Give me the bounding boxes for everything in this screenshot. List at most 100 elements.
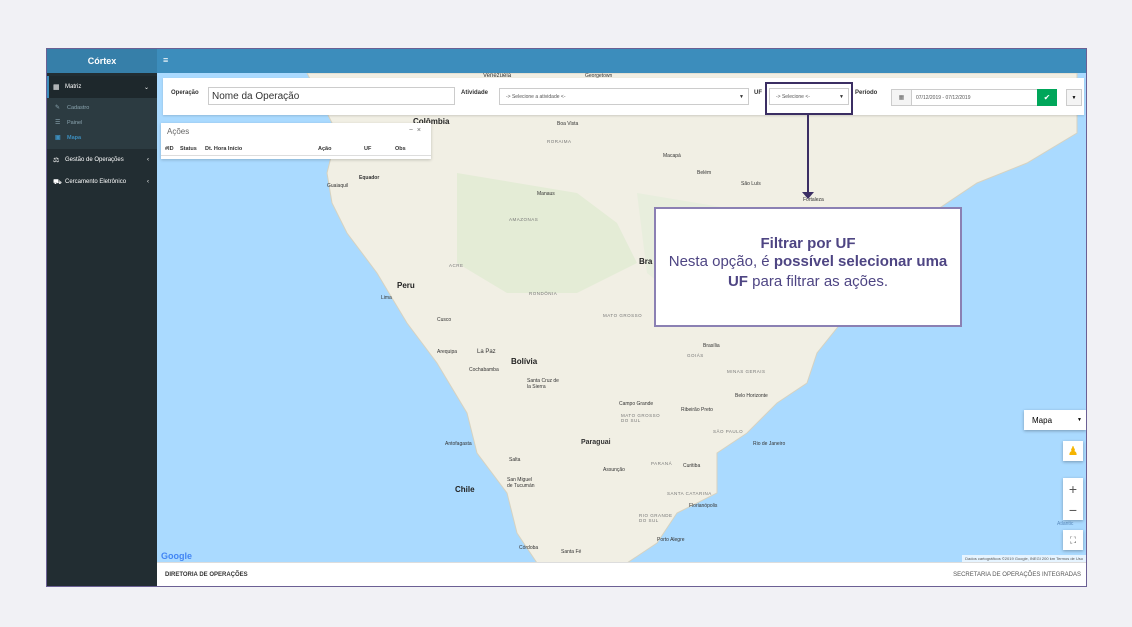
map-label: Guaiaquil	[327, 183, 349, 189]
filter-bar: Operação Nome da Operação Atividade -> S…	[163, 78, 1084, 115]
map-label: Peru	[397, 281, 415, 290]
apply-filter-button[interactable]: ✔	[1037, 89, 1057, 106]
map-label: RORAIMA	[547, 139, 572, 144]
acoes-table-header: #ID Status Dt. Hora Início Ação UF Obs	[161, 142, 431, 156]
column-header[interactable]: UF	[364, 146, 371, 152]
close-icon[interactable]: ×	[417, 127, 425, 134]
map-label: Córdoba	[519, 545, 539, 551]
periodo-value: 07/12/2019 - 07/12/2019	[916, 94, 971, 101]
map-label: Brasília	[703, 343, 720, 349]
footer-left: DIRETORIA DE OPERAÇÕES	[165, 572, 248, 578]
check-icon: ✔	[1043, 93, 1051, 102]
column-header[interactable]: Dt. Hora Início	[205, 146, 242, 152]
map-label: Assunção	[603, 467, 625, 473]
map-label: Equador	[359, 175, 380, 181]
map-label: Bolívia	[511, 357, 538, 366]
atividade-select-value: -> Selecione a atividade <-	[506, 93, 566, 100]
map-attribution: Dados cartográficos ©2019 Google, INEGI …	[962, 555, 1086, 562]
map-type-select[interactable]: Mapa ▼	[1024, 410, 1086, 430]
sidebar: Córtex ▦ Matriz ⌄ ✎ Cadastro ☰ Painel ▣ …	[47, 49, 157, 586]
sidebar-item-label: Gestão de Operações	[65, 157, 124, 163]
zoom-out-button[interactable]: −	[1063, 499, 1083, 520]
map-label: MATO GROSSO DO SUL	[621, 413, 661, 423]
chevron-left-icon: ‹	[147, 179, 149, 185]
footer: DIRETORIA DE OPERAÇÕES SECRETARIA DE OPE…	[157, 562, 1086, 586]
calendar-icon: ▦	[892, 90, 912, 105]
map-label: RIO GRANDE DO SUL	[639, 513, 673, 523]
map-label: São Luís	[741, 181, 761, 187]
app-brand[interactable]: Córtex	[47, 49, 157, 73]
map-label: Chile	[455, 485, 475, 494]
sidebar-subitem-painel[interactable]: ☰ Painel	[47, 115, 157, 130]
minimize-icon[interactable]: −	[409, 127, 417, 134]
map-type-label: Mapa	[1032, 415, 1053, 425]
callout-arrow-line	[807, 115, 809, 194]
map-label: Florianópolis	[689, 503, 718, 509]
column-header[interactable]: #ID	[165, 146, 174, 152]
calendar-icon: ▦	[53, 84, 60, 91]
subitem-label: Painel	[67, 119, 83, 126]
sidebar-item-gestao[interactable]: ⚖ Gestão de Operações ‹	[47, 149, 157, 171]
fullscreen-icon[interactable]: ⛶	[1063, 530, 1083, 550]
map-label: MATO GROSSO	[603, 313, 643, 318]
sidebar-submenu: ✎ Cadastro ☰ Painel ▣ Mapa	[47, 98, 157, 149]
map-label: Bra	[639, 257, 653, 266]
atividade-select[interactable]: -> Selecione a atividade <- ▼	[499, 88, 749, 105]
sidebar-subitem-cadastro[interactable]: ✎ Cadastro	[47, 100, 157, 115]
map-label: Manaus	[537, 191, 555, 197]
map-label: Lima	[381, 295, 392, 301]
sidebar-item-matriz[interactable]: ▦ Matriz ⌄	[47, 76, 157, 98]
callout-arrow-head	[802, 192, 814, 199]
top-navbar: ≡	[157, 49, 1086, 73]
map-label: MINAS GERAIS	[727, 369, 766, 374]
sidebar-item-label: Matriz	[65, 84, 82, 90]
car-icon: ⛟	[53, 178, 62, 186]
chevron-left-icon: ‹	[147, 157, 149, 163]
map-label: SANTA CATARINA	[667, 491, 712, 496]
map-label: Belo Horizonte	[735, 393, 768, 399]
footer-right: SECRETARIA DE OPERAÇÕES INTEGRADAS	[953, 572, 1081, 578]
callout-text-part: Nesta opção, é	[668, 253, 774, 270]
panel-controls: −×	[409, 127, 425, 134]
zoom-in-button[interactable]: +	[1063, 478, 1083, 499]
map-label: Arequipa	[437, 349, 458, 355]
map-label: Curitiba	[683, 463, 701, 469]
app-window: Córtex ▦ Matriz ⌄ ✎ Cadastro ☰ Painel ▣ …	[46, 48, 1087, 587]
table-icon: ☰	[55, 120, 61, 126]
sidebar-item-label: Cercamento Eletrônico	[65, 179, 127, 185]
map-label: Ribeirão Preto	[681, 407, 713, 413]
map-label: La Paz	[477, 349, 496, 355]
atividade-label: Atividade	[461, 90, 489, 96]
caret-down-icon: ▼	[739, 93, 744, 100]
subitem-label: Cadastro	[67, 104, 90, 111]
balance-icon: ⚖	[53, 157, 60, 164]
map-label: AMAZONAS	[509, 217, 539, 222]
periodo-input[interactable]: ▦ 07/12/2019 - 07/12/2019	[891, 89, 1038, 106]
map-label: GOIÁS	[687, 353, 704, 358]
street-view-pegman-icon[interactable]: ♟	[1063, 441, 1083, 461]
column-header[interactable]: Status	[180, 146, 197, 152]
caret-down-icon: ▼	[1077, 417, 1082, 423]
map-label: Rio de Janeiro	[753, 441, 786, 447]
map-label: Antofagasta	[445, 441, 472, 447]
sidebar-item-cercamento[interactable]: ⛟ Cercamento Eletrônico ‹	[47, 171, 157, 193]
periodo-label: Período	[855, 90, 878, 96]
google-logo: Google	[161, 551, 192, 561]
operacao-input[interactable]: Nome da Operação	[208, 87, 455, 105]
callout-title: Filtrar por UF	[760, 235, 856, 252]
map-label: Macapá	[663, 153, 681, 159]
map-label: Santa Fé	[561, 549, 582, 555]
column-header[interactable]: Obs	[395, 146, 406, 152]
hamburger-icon[interactable]: ≡	[163, 55, 168, 65]
callout-text-bold: possível selecionar	[773, 253, 913, 270]
map-label: San Miguel de Tucumán	[507, 477, 535, 489]
map-label: Santa Cruz de la Sierra	[527, 378, 559, 390]
map-label: Boa Vista	[557, 121, 579, 127]
map-icon: ▣	[55, 135, 61, 141]
options-dropdown-button[interactable]: ▼	[1066, 89, 1082, 106]
caret-down-icon: ▼	[1071, 94, 1077, 101]
map-label: Paraguai	[581, 439, 611, 446]
column-header[interactable]: Ação	[318, 146, 331, 152]
sidebar-subitem-mapa[interactable]: ▣ Mapa	[47, 130, 157, 145]
map-label: PARANÁ	[651, 461, 673, 466]
